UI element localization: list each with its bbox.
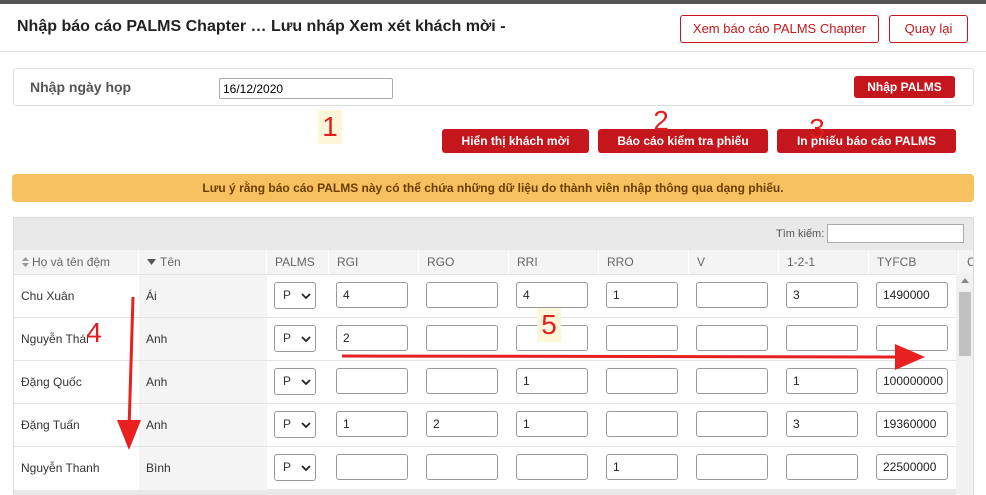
table-row: Đặng Quốc Anh P 1 1 100000000 [14,360,973,404]
tyfcb-input[interactable]: 1490000 [876,282,948,308]
tyfcb-input[interactable]: 22500000 [876,454,948,480]
scroll-up-icon[interactable] [961,278,969,283]
col-header-ten[interactable]: Tên [139,250,267,274]
rri-input[interactable]: 4 [516,282,588,308]
rgi-input[interactable]: 4 [336,282,408,308]
annotation-4: 4 [86,317,102,348]
palms-select[interactable]: P [274,454,316,481]
col-header-v: V [689,250,779,274]
table-row: Nguyễn Thanh Bình P 1 22500000 [14,446,973,490]
chevron-down-icon [301,336,311,343]
annotation-1: 1 [318,110,342,144]
rri-input[interactable] [516,454,588,480]
one-to-one-input[interactable]: 3 [786,282,858,308]
col-header-tyfcb: TYFCB [869,250,959,274]
v-input[interactable] [696,411,768,437]
rgo-input[interactable] [426,325,498,351]
annotation-3: 3 [809,113,825,144]
col-header-121: 1-2-1 [779,250,869,274]
view-palms-report-button[interactable]: Xem báo cáo PALMS Chapter [680,15,879,43]
col-header-palms: PALMS [267,250,329,274]
rgi-input[interactable] [336,454,408,480]
check-slips-report-button[interactable]: Báo cáo kiểm tra phiếu [598,129,768,153]
tyfcb-input[interactable] [876,325,948,351]
palms-table: Tìm kiếm: Họ và tên đệm Tên PALMS RGI RG… [13,217,974,495]
rgi-input[interactable]: 1 [336,411,408,437]
enter-palms-button[interactable]: Nhập PALMS [854,76,955,98]
rgo-input[interactable]: 2 [426,411,498,437]
cell-hoten: Nguyễn Thanh [14,447,139,490]
page-header: Nhập báo cáo PALMS Chapter … Lưu nháp Xe… [0,4,986,52]
meeting-date-label: Nhập ngày họp [30,79,132,95]
cell-ten: Anh [139,404,267,447]
v-input[interactable] [696,325,768,351]
one-to-one-input[interactable]: 1 [786,368,858,394]
rri-input[interactable]: 1 [516,368,588,394]
rro-input[interactable] [606,411,678,437]
chevron-down-icon [301,379,311,386]
table-row: Chu Xuân Ái P 4 4 1 3 1490000 [14,274,973,318]
col-header-rgi: RGI [329,250,419,274]
col-header-rro: RRO [599,250,689,274]
one-to-one-input[interactable] [786,454,858,480]
vertical-scrollbar[interactable] [956,274,973,495]
chevron-down-icon [301,422,311,429]
palms-select[interactable]: P [274,411,316,438]
notice-banner: Lưu ý rằng báo cáo PALMS này có thể chứa… [12,174,974,202]
table-row: Đặng Tuấn Anh P 1 2 1 3 19360000 [14,403,973,447]
rgi-input[interactable]: 2 [336,325,408,351]
palms-select[interactable]: P [274,368,316,395]
rgo-input[interactable] [426,282,498,308]
search-input[interactable] [827,224,964,243]
cell-ten: Anh [139,318,267,361]
cell-ten: Ái [139,275,267,318]
scrollbar-thumb[interactable] [959,292,971,356]
cell-hoten: Chu Xuân [14,275,139,318]
annotation-2: 2 [653,105,669,136]
col-header-c: C [959,250,973,274]
cell-hoten: Đặng Quốc [14,361,139,404]
rri-input[interactable]: 1 [516,411,588,437]
v-input[interactable] [696,454,768,480]
meeting-date-panel: Nhập ngày họp Nhập PALMS [13,68,974,106]
cell-ten: Bình [139,447,267,490]
palms-select[interactable]: P [274,325,316,352]
sort-desc-icon [147,259,156,265]
tyfcb-input[interactable]: 100000000 [876,368,948,394]
col-header-hoten[interactable]: Họ và tên đệm [14,250,139,274]
table-row: Nguyễn Thái Anh P 2 [14,317,973,361]
cell-hoten: Đặng Tuấn [14,404,139,447]
show-guests-button[interactable]: Hiển thị khách mời [442,129,589,153]
col-header-rri: RRI [509,250,599,274]
annotation-5: 5 [537,308,561,342]
chevron-down-icon [301,465,311,472]
v-input[interactable] [696,368,768,394]
table-header: Họ và tên đệm Tên PALMS RGI RGO RRI RRO … [14,250,973,274]
palms-select[interactable]: P [274,282,316,309]
tyfcb-input[interactable]: 19360000 [876,411,948,437]
chevron-down-icon [301,293,311,300]
page-title: Nhập báo cáo PALMS Chapter … Lưu nháp Xe… [17,18,506,35]
one-to-one-input[interactable] [786,325,858,351]
cell-ten: Anh [139,361,267,404]
rgi-input[interactable] [336,368,408,394]
meeting-date-input[interactable] [219,78,393,99]
search-label: Tìm kiếm: [776,228,825,240]
v-input[interactable] [696,282,768,308]
sort-both-icon [22,257,29,267]
rgo-input[interactable] [426,454,498,480]
rro-input[interactable]: 1 [606,282,678,308]
one-to-one-input[interactable]: 3 [786,411,858,437]
rro-input[interactable] [606,368,678,394]
back-button[interactable]: Quay lại [889,15,968,43]
col-header-rgo: RGO [419,250,509,274]
rro-input[interactable]: 1 [606,454,678,480]
rro-input[interactable] [606,325,678,351]
print-palms-slips-button[interactable]: In phiếu báo cáo PALMS [777,129,956,153]
cell-hoten: Nguyễn Thái [14,318,139,361]
rgo-input[interactable] [426,368,498,394]
